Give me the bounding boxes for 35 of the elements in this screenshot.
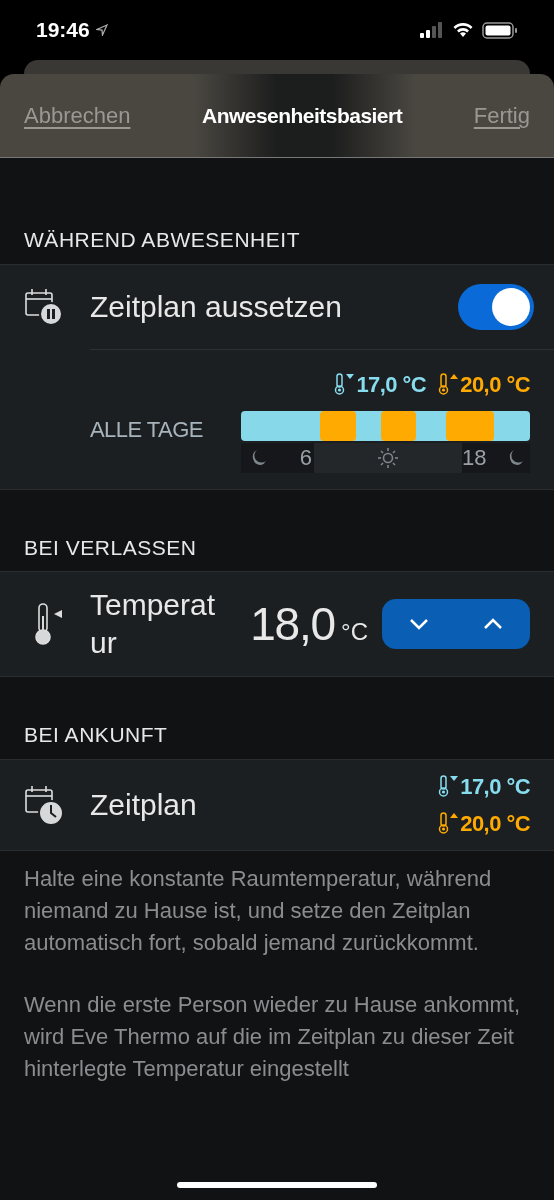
cancel-link[interactable]: Abbrechen xyxy=(24,99,131,132)
temperature-value: 18,0 xyxy=(250,596,336,652)
hour-label: 18 xyxy=(462,444,487,472)
temperature-reading: 20,0 °C xyxy=(460,809,530,838)
thermometer-icon xyxy=(438,811,459,835)
wifi-icon xyxy=(452,22,474,38)
section-header: WÄHREND ABWESENHEIT xyxy=(23,227,301,253)
temperature-reading: 17,0 °C xyxy=(356,370,427,399)
unit-label: °C xyxy=(341,616,368,647)
chevron-down-icon xyxy=(409,618,429,630)
day-label: ALLE TAGE xyxy=(90,415,204,444)
sun-icon xyxy=(377,446,399,469)
signal-icon xyxy=(420,22,444,38)
navigation-title: Anwesenheitsbasiert xyxy=(202,102,403,129)
row-label: Temperatur xyxy=(90,587,217,661)
section-header: BEI ANKUNFT xyxy=(23,722,169,748)
chevron-up-icon xyxy=(483,618,503,630)
temperature-reading: 20,0 °C xyxy=(460,370,530,399)
hour-label: 6 xyxy=(299,444,313,472)
row-label: Zeitplan xyxy=(90,787,198,823)
done-link[interactable]: Fertig xyxy=(473,99,530,132)
thermometer-icon xyxy=(438,774,459,798)
footer-paragraph: Wenn die erste Person wieder zu Hause ankommt, wird Eve Thermo auf die im Zeitplan zu dieser Zeit hinterlegte Temperatur eingestellt xyxy=(24,990,522,1083)
section-header: BEI VERLASSEN xyxy=(23,534,198,561)
calendar-pause-icon xyxy=(24,286,64,327)
status-time: 19:46 xyxy=(36,17,90,44)
location-arrow-icon xyxy=(95,24,108,36)
toggle-switch[interactable] xyxy=(458,283,534,330)
footer-paragraph: Halte eine konstante Raumtemperatur, während niemand zu Hause ist, und setze den Zeitplan automatisch fort, sobald jemand zurückkommt. xyxy=(24,864,493,957)
battery-icon xyxy=(482,21,518,39)
row-label: Zeitplan aussetzen xyxy=(90,289,343,325)
thermometer-icon xyxy=(334,372,355,396)
thermometer-icon xyxy=(438,372,459,396)
calendar-clock-icon xyxy=(24,783,64,826)
temperature-reading: 17,0 °C xyxy=(460,772,530,801)
